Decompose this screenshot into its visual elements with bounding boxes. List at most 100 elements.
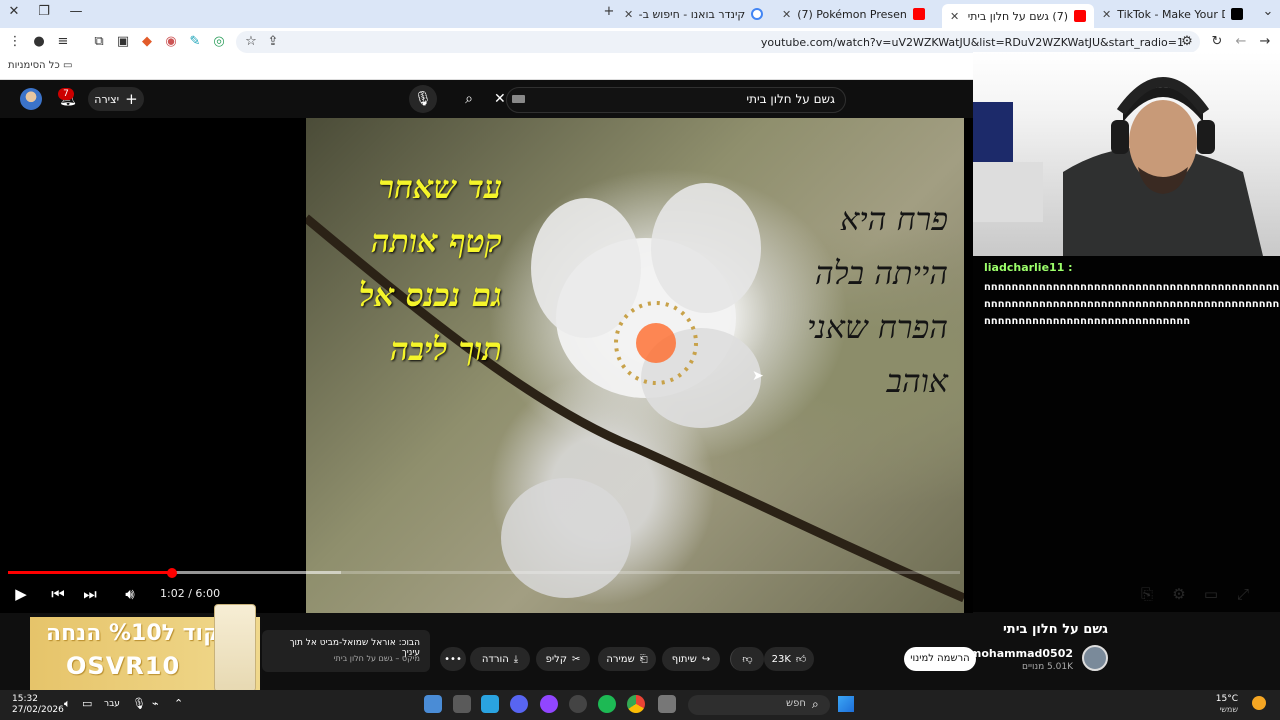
clip-button[interactable]: ✂ קליפ xyxy=(536,647,590,671)
browser-tab-bar: ✕ ❐ — + ✕ קינדר בואנו - חיפוש ב-Google ✕… xyxy=(0,0,1280,28)
clear-search-icon[interactable]: ✕ xyxy=(494,91,506,107)
tiktok-icon xyxy=(1231,8,1244,20)
language-indicator[interactable]: עבר xyxy=(104,699,120,709)
video-text-line: עד שאחר xyxy=(378,168,502,206)
extension-icon[interactable]: ◆ xyxy=(138,33,156,51)
mix-subtitle: מיקס – גשם על חלון ביתי xyxy=(333,654,420,663)
thumbs-down-icon: 👎︎ xyxy=(742,654,753,665)
video-text-line: אוהב xyxy=(886,362,948,400)
bookmarks-label: כל הסימניות xyxy=(8,60,60,71)
avatar[interactable] xyxy=(20,88,42,110)
tab-title: TikTok - Make Your Day xyxy=(1117,7,1225,21)
network-tray-icon[interactable]: ▭ xyxy=(82,697,92,710)
twitch-app-icon[interactable] xyxy=(540,695,558,713)
channel-avatar[interactable] xyxy=(1082,645,1108,671)
discord-app-icon[interactable] xyxy=(510,695,528,713)
close-tab-icon[interactable]: ✕ xyxy=(950,10,959,23)
restore-window-icon[interactable]: ❐ xyxy=(32,4,56,19)
create-button[interactable]: יצירה + xyxy=(88,87,144,111)
chevron-up-icon[interactable]: ⌃ xyxy=(174,697,183,710)
search-icon[interactable]: ⌕ xyxy=(455,85,483,113)
file-explorer-icon[interactable] xyxy=(658,695,676,713)
search-icon: ⌕ xyxy=(812,697,819,711)
streamer-image xyxy=(973,77,1263,256)
share-button[interactable]: ↪ שיתוף xyxy=(662,647,720,671)
reading-list-icon[interactable]: ≡ xyxy=(54,33,72,51)
profile-icon[interactable]: ● xyxy=(30,33,48,51)
close-tab-icon[interactable]: ✕ xyxy=(782,8,791,21)
progress-scrubber-handle[interactable] xyxy=(166,568,177,578)
ad-code-text: OSVR10 xyxy=(66,652,181,680)
telegram-app-icon[interactable] xyxy=(481,695,499,713)
youtube-icon xyxy=(1074,10,1086,22)
more-actions-button[interactable]: ••• xyxy=(440,647,466,671)
spotify-app-icon[interactable] xyxy=(598,695,616,713)
share-icon: ↪ xyxy=(701,653,711,665)
obs-app-icon[interactable] xyxy=(569,695,587,713)
minimize-window-icon[interactable]: — xyxy=(64,4,88,19)
previous-icon[interactable]: ⏮ xyxy=(47,584,69,604)
download-button[interactable]: ⤓ הורדה xyxy=(470,647,530,671)
clip-label: קליפ xyxy=(545,653,567,665)
dislike-button[interactable]: 👎︎ xyxy=(730,647,764,671)
save-button[interactable]: ⎗ שמירה xyxy=(598,647,656,671)
close-tab-icon[interactable]: ✕ xyxy=(624,8,633,21)
taskbar-search-input[interactable] xyxy=(688,695,830,715)
clock-date[interactable]: 27/02/2026 xyxy=(12,705,64,715)
tab-search-icon[interactable]: ⌄ xyxy=(1256,4,1280,19)
video-text-line: תוך ליבה xyxy=(390,330,502,368)
extension-icon[interactable]: ▣ xyxy=(114,33,132,51)
subscribe-button[interactable]: הרשמה למינוי xyxy=(904,647,976,671)
like-button[interactable]: 👍︎ 23K xyxy=(764,647,814,671)
next-icon[interactable]: ⏭ xyxy=(79,584,101,604)
weather-temperature[interactable]: 15°C xyxy=(1216,694,1238,704)
tab-pokemon[interactable]: ✕ (7) Pokémon Presents 27.2.2026 xyxy=(782,4,934,24)
tab-title: (7) Pokémon Presents 27.2.2026 xyxy=(797,7,907,21)
windows-start-icon[interactable] xyxy=(838,696,854,712)
bookmarks-bar xyxy=(0,56,973,80)
wifi-tray-icon[interactable]: ⌁ xyxy=(152,697,159,710)
mouse-cursor-icon: ➤ xyxy=(752,368,764,384)
extension-icon[interactable]: ✎ xyxy=(186,33,204,51)
menu-icon[interactable]: ⋮ xyxy=(6,33,24,51)
tab-google-search[interactable]: ✕ קינדר בואנו - חיפוש ב-Google xyxy=(624,4,774,24)
bookmark-star-icon[interactable]: ☆ xyxy=(242,33,260,51)
play-icon[interactable]: ▶ xyxy=(10,584,32,604)
close-tab-icon[interactable]: ✕ xyxy=(1102,8,1111,21)
url-text[interactable]: youtube.com/watch?v=uV2WZKWatJU&list=RDu… xyxy=(761,36,1184,49)
notepad-app-icon[interactable] xyxy=(424,695,442,713)
new-tab-button[interactable]: + xyxy=(597,4,621,19)
save-label: שמירה xyxy=(606,653,635,665)
extensions-icon[interactable]: ⧉ xyxy=(90,33,108,51)
extension-icon[interactable]: ◎ xyxy=(210,33,228,51)
folder-icon: ▭ xyxy=(62,60,73,71)
close-window-icon[interactable]: ✕ xyxy=(2,4,26,19)
download-label: הורדה xyxy=(481,653,509,665)
voice-search-icon[interactable]: 🎙︎ xyxy=(409,85,437,113)
install-app-icon[interactable]: ⇪ xyxy=(264,33,282,51)
forward-icon[interactable]: ← xyxy=(1232,33,1250,51)
reload-icon[interactable]: ↻ xyxy=(1208,33,1226,51)
calculator-app-icon[interactable] xyxy=(453,695,471,713)
clock-time[interactable]: 15:32 xyxy=(12,694,38,704)
all-bookmarks-link[interactable]: כל הסימניות ▭ xyxy=(8,60,72,71)
tab-tiktok[interactable]: ✕ TikTok - Make Your Day xyxy=(1102,4,1252,24)
extension-icon[interactable]: ◉ xyxy=(162,33,180,51)
volume-icon[interactable]: 🔊︎ xyxy=(119,584,141,604)
keyboard-icon[interactable] xyxy=(512,95,525,103)
scissors-icon: ✂ xyxy=(571,653,581,665)
volume-tray-icon[interactable]: 🔈︎ xyxy=(64,697,71,711)
back-icon[interactable]: → xyxy=(1256,33,1274,51)
channel-subscribers: 5.01K מנויים xyxy=(1022,662,1073,672)
youtube-icon xyxy=(913,8,926,20)
video-text-line: הפרח שאני xyxy=(807,308,948,346)
chrome-app-icon[interactable] xyxy=(627,695,645,713)
site-settings-icon[interactable]: ⚙ xyxy=(1178,33,1196,51)
perfume-bottle-image xyxy=(214,604,256,692)
channel-name[interactable]: mohammad0502 xyxy=(970,647,1073,660)
tab-youtube-active[interactable]: ✕ (7) גשם על חלון ביתי - YouTube xyxy=(942,4,1094,28)
weather-description: שמשי xyxy=(1219,705,1238,714)
search-value: גשם על חלון ביתי xyxy=(746,92,835,106)
tab-title: (7) גשם על חלון ביתי - YouTube xyxy=(965,9,1068,23)
microphone-tray-icon[interactable]: 🎙︎ xyxy=(132,697,146,710)
